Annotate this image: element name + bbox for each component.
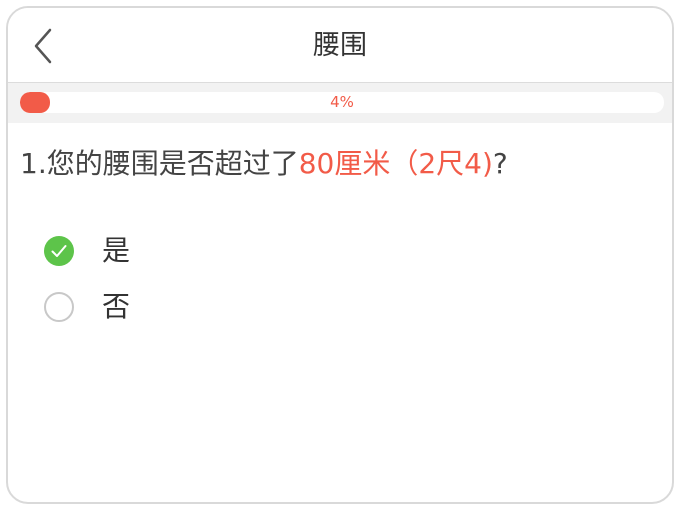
progress-bar: 4% (20, 92, 664, 113)
nav-bar: 腰围 (8, 8, 672, 83)
question-prefix: 1.您的腰围是否超过了 (20, 147, 299, 180)
option-label: 是 (102, 234, 131, 267)
question-highlight: 80厘米（2尺4) (298, 147, 493, 180)
radio-checked[interactable] (44, 236, 74, 266)
option-label: 否 (102, 290, 131, 323)
option-no[interactable]: 否 (44, 290, 344, 327)
check-icon (51, 245, 67, 257)
page-title: 腰围 (313, 30, 367, 61)
radio-unchecked[interactable] (44, 292, 74, 322)
progress-section: 4% (8, 83, 672, 123)
question-text: 1.您的腰围是否超过了80厘米（2尺4)? (20, 144, 508, 184)
app-screen: 腰围 4% 1.您的腰围是否超过了80厘米（2尺4)? 是 否 (6, 6, 674, 504)
question-suffix: ? (492, 147, 508, 180)
option-yes[interactable]: 是 (44, 234, 344, 271)
progress-percent: 4% (330, 93, 354, 111)
